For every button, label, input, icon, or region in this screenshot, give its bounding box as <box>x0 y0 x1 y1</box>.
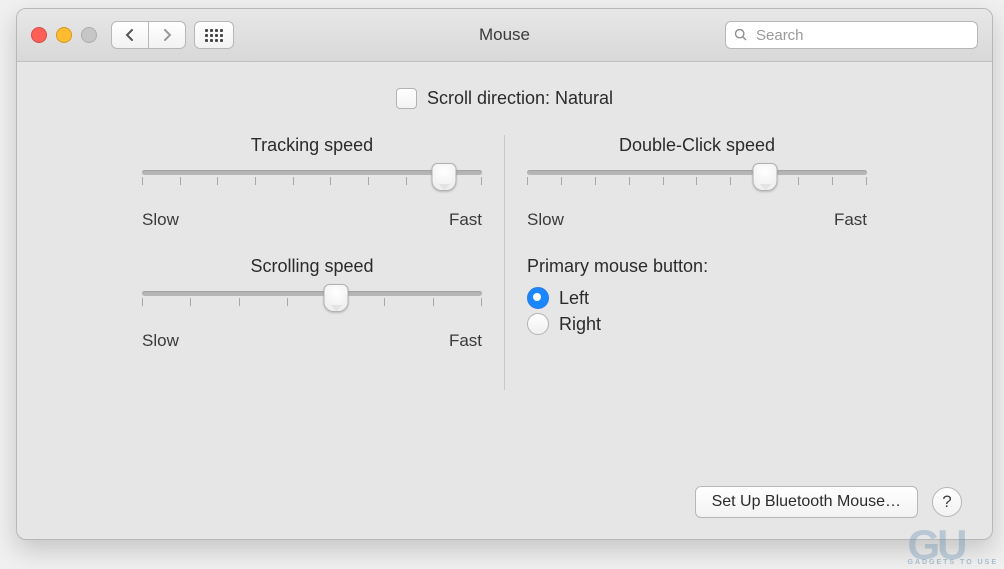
tracking-speed-slider[interactable] <box>142 164 482 208</box>
primary-button-block: Primary mouse button: Left Right <box>527 256 867 335</box>
slider-ticks <box>142 298 482 308</box>
slider-low-label: Slow <box>142 331 179 351</box>
tracking-speed-labels: Slow Fast <box>142 210 482 230</box>
show-all-button[interactable] <box>194 21 234 49</box>
tracking-speed-block: Tracking speed Slow Fast <box>142 135 482 230</box>
nav-segment <box>111 21 186 49</box>
search-field[interactable] <box>725 21 978 49</box>
primary-button-left-label: Left <box>559 288 589 309</box>
primary-button-right-label: Right <box>559 314 601 335</box>
slider-track <box>527 170 867 175</box>
left-column: Tracking speed Slow Fast Scrolling speed <box>120 135 504 390</box>
double-click-speed-slider[interactable] <box>527 164 867 208</box>
help-icon: ? <box>942 492 951 512</box>
chevron-left-icon <box>125 29 135 41</box>
primary-button-left-row[interactable]: Left <box>527 287 867 309</box>
scroll-direction-label: Scroll direction: Natural <box>427 88 613 109</box>
slider-low-label: Slow <box>142 210 179 230</box>
double-click-speed-title: Double-Click speed <box>527 135 867 156</box>
slider-thumb[interactable] <box>324 284 349 312</box>
grid-icon <box>205 29 223 42</box>
scrolling-speed-block: Scrolling speed Slow Fast <box>142 256 482 351</box>
back-button[interactable] <box>111 21 149 49</box>
search-input[interactable] <box>754 26 969 45</box>
right-column: Double-Click speed Slow Fast Primary mou… <box>505 135 889 390</box>
double-click-speed-block: Double-Click speed Slow Fast <box>527 135 867 230</box>
minimize-window-button[interactable] <box>56 27 72 43</box>
primary-button-left-radio[interactable] <box>527 287 549 309</box>
primary-button-right-row[interactable]: Right <box>527 313 867 335</box>
bottom-row: Set Up Bluetooth Mouse… ? <box>695 486 962 518</box>
search-icon <box>734 28 748 42</box>
scrolling-speed-labels: Slow Fast <box>142 331 482 351</box>
settings-columns: Tracking speed Slow Fast Scrolling speed <box>47 135 962 390</box>
window-controls <box>31 27 97 43</box>
primary-button-title: Primary mouse button: <box>527 256 867 277</box>
preferences-window: Mouse Scroll direction: Natural Tracking… <box>16 8 993 540</box>
double-click-speed-labels: Slow Fast <box>527 210 867 230</box>
slider-high-label: Fast <box>449 210 482 230</box>
titlebar: Mouse <box>17 9 992 62</box>
slider-thumb[interactable] <box>432 163 457 191</box>
slider-track <box>142 291 482 296</box>
slider-thumb[interactable] <box>753 163 778 191</box>
scroll-direction-checkbox[interactable] <box>396 88 417 109</box>
slider-high-label: Fast <box>449 331 482 351</box>
scroll-direction-row: Scroll direction: Natural <box>47 88 962 109</box>
slider-low-label: Slow <box>527 210 564 230</box>
chevron-right-icon <box>162 29 172 41</box>
primary-button-right-radio[interactable] <box>527 313 549 335</box>
setup-bluetooth-mouse-button[interactable]: Set Up Bluetooth Mouse… <box>695 486 918 518</box>
slider-ticks <box>527 177 867 187</box>
tracking-speed-title: Tracking speed <box>142 135 482 156</box>
forward-button[interactable] <box>149 21 186 49</box>
setup-bluetooth-mouse-label: Set Up Bluetooth Mouse… <box>712 493 901 511</box>
pane-body: Scroll direction: Natural Tracking speed… <box>17 62 992 540</box>
watermark-tagline: GADGETS TO USE <box>908 559 999 566</box>
scrolling-speed-title: Scrolling speed <box>142 256 482 277</box>
scrolling-speed-slider[interactable] <box>142 285 482 329</box>
close-window-button[interactable] <box>31 27 47 43</box>
help-button[interactable]: ? <box>932 487 962 517</box>
zoom-window-button[interactable] <box>81 27 97 43</box>
slider-high-label: Fast <box>834 210 867 230</box>
